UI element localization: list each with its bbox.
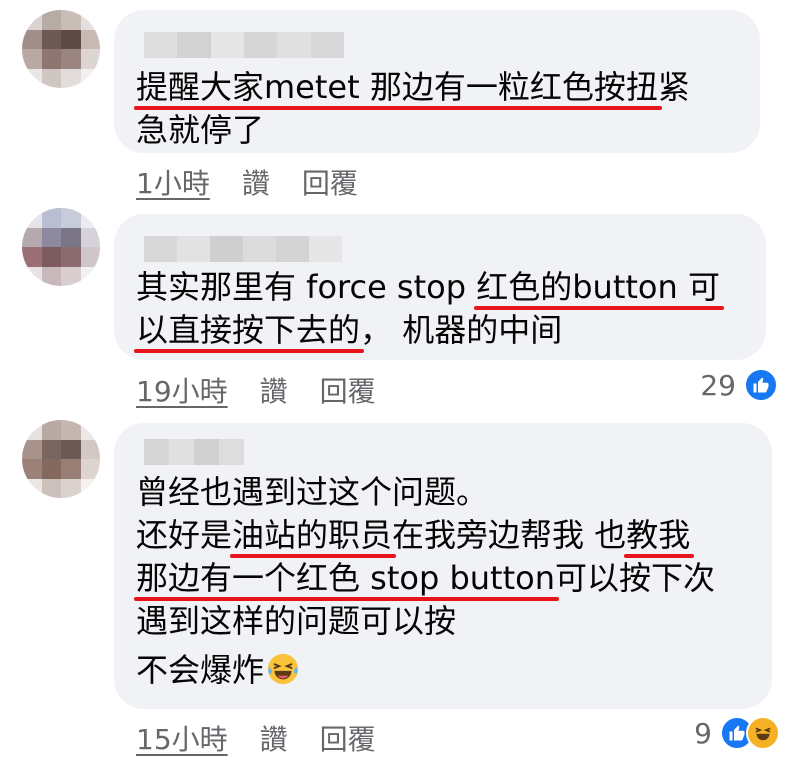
comment-timestamp[interactable]: 15小時: [136, 718, 228, 758]
haha-icon: [746, 716, 780, 750]
reaction-count: 9: [694, 716, 712, 750]
underlined-text: 教我: [624, 514, 695, 558]
comment-text-line: 以直接按下去的， 机器的中间: [133, 309, 736, 353]
reply-button[interactable]: 回覆: [320, 718, 376, 758]
comment-text-line: 不会爆炸: [136, 649, 742, 692]
reaction-summary[interactable]: 29: [700, 368, 778, 402]
like-icon: [744, 368, 778, 402]
like-button[interactable]: 讚: [260, 370, 288, 410]
comment-actions: 1小時 讚 回覆: [136, 162, 358, 202]
commenter-name[interactable]: [144, 236, 342, 262]
underlined-text: 那边有一个红色 stop button: [133, 557, 560, 601]
comment-timestamp[interactable]: 1小時: [136, 162, 210, 202]
reply-button[interactable]: 回覆: [302, 162, 358, 202]
comment-text-line: 其实那里有 force stop 红色的button 可: [136, 266, 736, 310]
avatar[interactable]: [22, 208, 100, 286]
comment-text-line: 遇到这样的问题可以按: [136, 602, 457, 640]
avatar[interactable]: [22, 10, 100, 88]
comment-text-line: 还好是油站的职员在我旁边帮我 也教我: [136, 514, 742, 558]
underlined-text: 油站的职员: [230, 514, 397, 558]
comment-bubble: 提醒大家metet 那边有一粒红色按扭紧 急就停了: [114, 10, 760, 153]
comment-bubble: 其实那里有 force stop 红色的button 可 以直接按下去的， 机器…: [114, 214, 766, 360]
comment-text-line: 曾经也遇到过这个问题。: [136, 473, 489, 511]
underlined-text: 以直接按下去的: [133, 309, 365, 353]
comment-text-line: 急就停了: [136, 111, 265, 149]
comment-actions: 15小時 讚 回覆: [136, 718, 376, 758]
comment-bubble: 曾经也遇到过这个问题。 还好是油站的职员在我旁边帮我 也教我 那边有一个红色 s…: [114, 423, 772, 709]
commenter-name[interactable]: [144, 439, 244, 465]
reaction-count: 29: [700, 368, 736, 402]
underlined-text: 红色的button 可: [474, 266, 724, 310]
reply-button[interactable]: 回覆: [320, 370, 376, 410]
comment-text-line: 那边有一个红色 stop button可以按下次: [133, 557, 742, 601]
comment-timestamp[interactable]: 19小時: [136, 370, 228, 410]
comment-text-line: 提醒大家metet 那边有一粒红色按扭紧: [134, 66, 730, 110]
like-button[interactable]: 讚: [260, 718, 288, 758]
reaction-summary[interactable]: 9: [694, 716, 780, 750]
like-button[interactable]: 讚: [242, 162, 270, 202]
avatar[interactable]: [22, 420, 100, 498]
underlined-text: 提醒大家metet 那边有一粒红色按扭: [134, 66, 662, 110]
laughing-tears-emoji-icon: [267, 653, 299, 685]
comment-actions: 19小時 讚 回覆: [136, 370, 376, 410]
commenter-name[interactable]: [144, 32, 344, 58]
